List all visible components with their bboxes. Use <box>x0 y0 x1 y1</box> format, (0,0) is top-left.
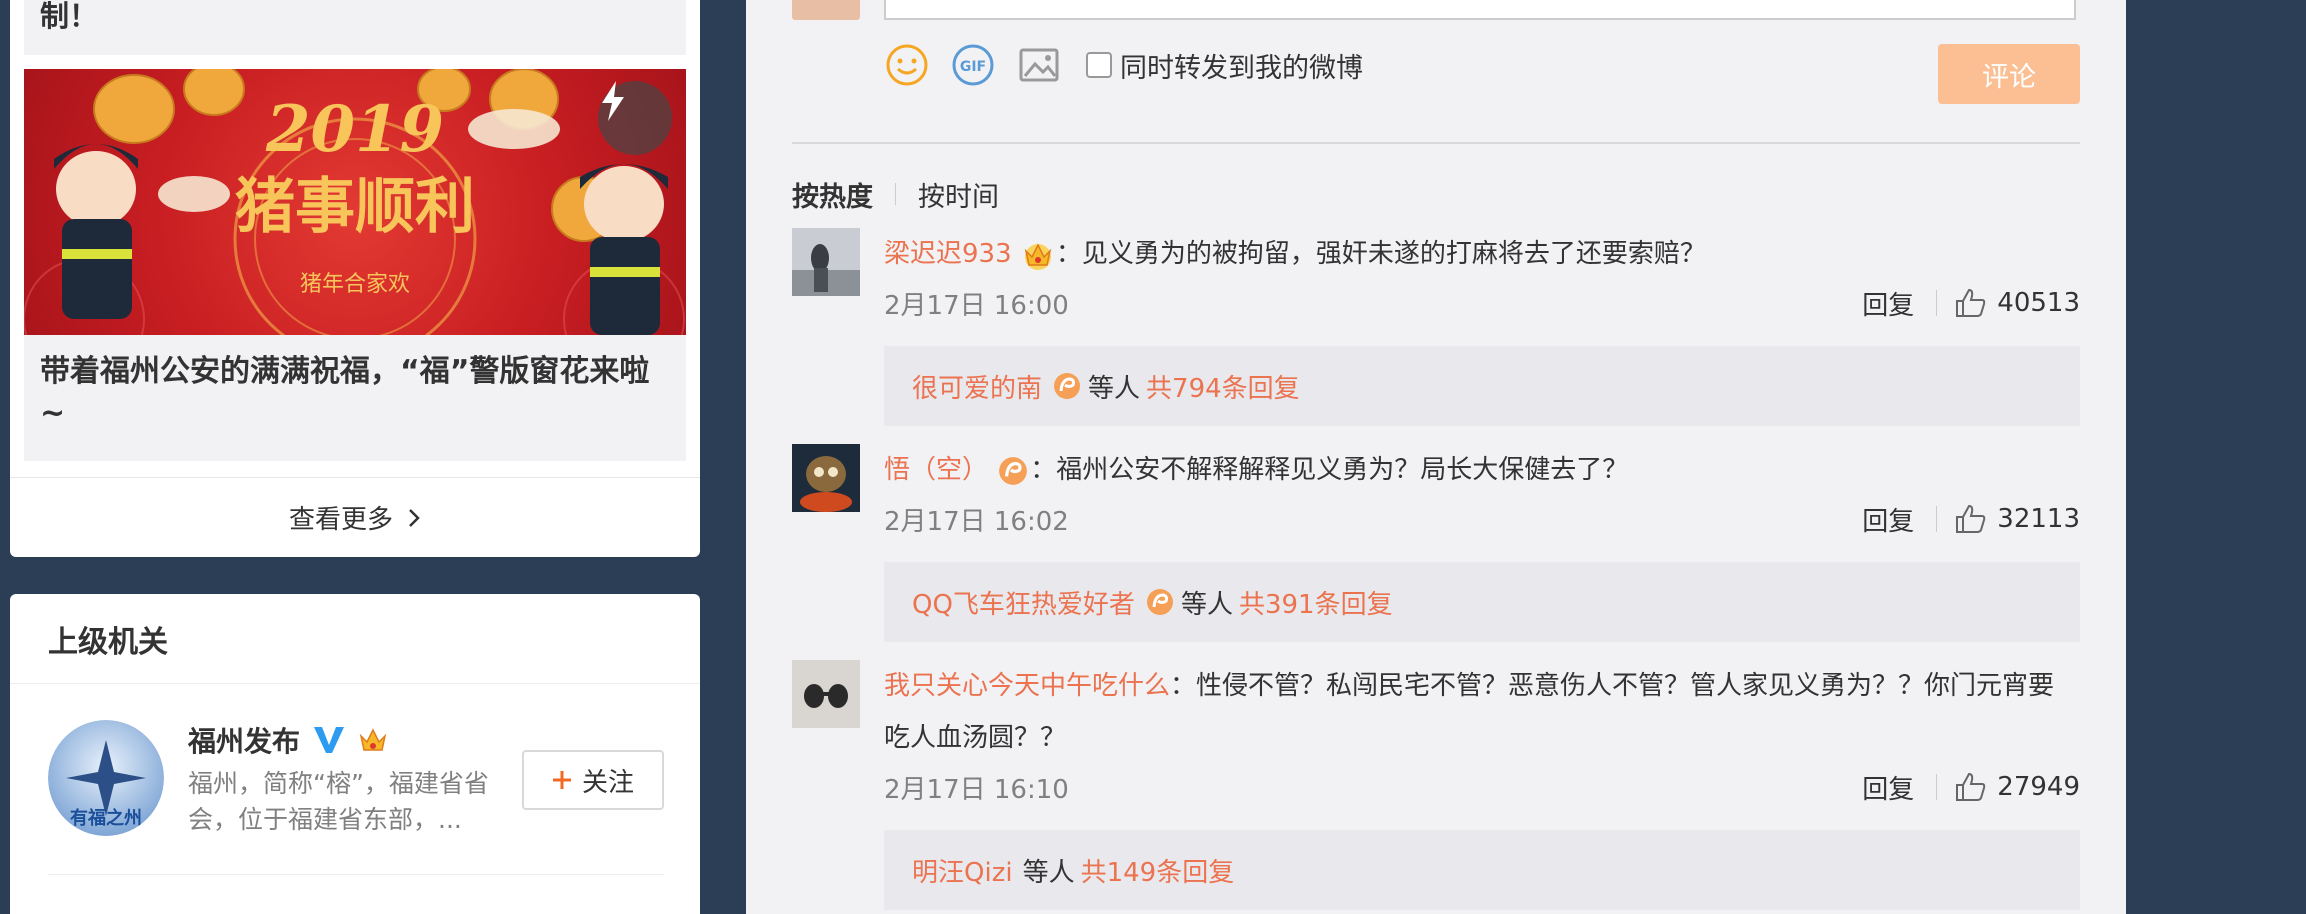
reply-button[interactable]: 回复 <box>1862 285 1936 322</box>
gif-icon[interactable]: GIF <box>950 42 996 88</box>
police-cartoon-left <box>54 144 138 319</box>
lightning-icon[interactable] <box>598 81 672 155</box>
banner-year: 2019 <box>265 92 444 167</box>
banner-caption[interactable]: 带着福州公安的满满祝福，“福”警版窗花来啦~ <box>24 335 686 461</box>
thumbs-up-icon <box>1956 288 1986 317</box>
member-badge-icon <box>1145 587 1175 617</box>
comment-text: ：福州公安不解释解释见义勇为？局长大保健去了？ <box>1030 455 1629 485</box>
comment-item: 我只关心今天中午吃什么：性侵不管？私闯民宅不管？恶意伤人不管？管人家见义勇为？？… <box>792 660 2080 910</box>
tab-sort-hot[interactable]: 按热度 <box>792 175 873 214</box>
sub-reply-username[interactable]: QQ飞车狂热爱好者 <box>912 584 1135 621</box>
composer-toolbar: GIF 同时转发到我的微博 <box>884 42 1363 88</box>
like-button[interactable]: 27949 <box>1955 772 2080 802</box>
sub-reply-username[interactable]: 很可爱的南 <box>912 368 1042 405</box>
avatar[interactable] <box>792 444 860 512</box>
follow-button[interactable]: 关注 <box>522 750 664 810</box>
sub-reply-mid: 等人 <box>1022 857 1075 888</box>
like-count: 40513 <box>1997 288 2080 318</box>
comment-username[interactable]: 梁迟迟933 <box>884 239 1012 269</box>
like-count: 27949 <box>1997 772 2080 802</box>
avatar[interactable]: 有福之州 <box>48 720 164 836</box>
like-button[interactable]: 40513 <box>1955 288 2080 318</box>
crown-icon <box>359 728 387 751</box>
divider <box>1936 506 1938 532</box>
image-icon[interactable] <box>1016 42 1062 88</box>
view-more-label: 查看更多 <box>288 505 393 535</box>
comment-username[interactable]: 我只关心今天中午吃什么 <box>884 671 1170 701</box>
sub-replies[interactable]: 很可爱的南 等人 共794条回复 <box>884 346 2080 426</box>
svg-text:GIF: GIF <box>960 59 986 75</box>
superior-account-row: 有福之州 福州发布 福州，简称“榕”，福建省省会，位于福建省东部，... 关注 <box>10 684 700 838</box>
banner-art: 2019 猪事顺利 猪年合家欢 <box>24 69 685 335</box>
verified-v-icon <box>314 727 345 753</box>
reply-button[interactable]: 回复 <box>1862 501 1936 538</box>
sub-replies[interactable]: 明汪Qizi 等人 共149条回复 <box>884 830 2080 910</box>
police-cartoon-right <box>580 164 668 335</box>
comment-time: 2月17日 16:10 <box>884 774 1069 805</box>
like-button[interactable]: 32113 <box>1955 504 2080 534</box>
member-badge-icon <box>1052 371 1082 401</box>
chevron-right-icon <box>409 508 420 527</box>
divider <box>792 142 2080 144</box>
repost-checkbox[interactable] <box>1086 52 1112 78</box>
banner-slogan: 猪事顺利 <box>235 172 475 242</box>
submit-comment-button[interactable]: 评论 <box>1938 44 2080 104</box>
sub-reply-count[interactable]: 共391条回复 <box>1239 584 1393 621</box>
comment-time: 2月17日 16:02 <box>884 506 1069 537</box>
comments-panel: GIF 同时转发到我的微博 评论 按热度 按时间 梁迟迟933 ：见义勇为的被拘… <box>746 0 2126 914</box>
thumbs-up-icon <box>1956 504 1986 533</box>
previous-item-title[interactable]: 制！ <box>24 0 686 55</box>
divider <box>1936 774 1938 800</box>
avatar[interactable] <box>792 228 860 296</box>
divider <box>48 874 664 875</box>
banner-item[interactable]: 2019 猪事顺利 猪年合家欢 带着福州公安的满满祝福，“福”警版窗花来啦~ <box>24 69 686 461</box>
comment-time: 2月17日 16:00 <box>884 290 1069 321</box>
superior-header: 上级机关 <box>10 594 700 684</box>
banner-image[interactable]: 2019 猪事顺利 猪年合家欢 <box>24 69 686 335</box>
follow-label: 关注 <box>581 767 634 798</box>
member-badge-icon <box>996 455 1030 487</box>
thumbs-up-icon <box>1956 772 1986 801</box>
view-more-link[interactable]: 查看更多 <box>10 477 700 557</box>
divider <box>1936 290 1938 316</box>
left-column: 制！ 2019 猪事顺利 猪年合家欢 带着福州公安的满满祝福，“福”警版窗花来啦… <box>10 0 700 914</box>
sub-replies[interactable]: QQ飞车狂热爱好者 等人 共391条回复 <box>884 562 2080 642</box>
sub-reply-username[interactable]: 明汪Qizi <box>912 852 1013 889</box>
comment-username[interactable]: 悟（空） <box>884 455 988 485</box>
comment-item: 梁迟迟933 ：见义勇为的被拘留，强奸未遂的打麻将去了还要索赔？ 2月17日 1… <box>792 228 2080 426</box>
smiley-icon[interactable] <box>884 42 930 88</box>
divider <box>895 183 896 205</box>
sub-reply-count[interactable]: 共794条回复 <box>1146 368 1300 405</box>
avatar-caption: 有福之州 <box>70 807 142 829</box>
plus-icon <box>552 771 571 789</box>
current-user-avatar <box>792 0 860 20</box>
crown-icon <box>1020 239 1056 271</box>
comment-input[interactable] <box>884 0 2076 20</box>
reply-button[interactable]: 回复 <box>1862 769 1936 806</box>
repost-label: 同时转发到我的微博 <box>1120 52 1363 84</box>
tab-sort-time[interactable]: 按时间 <box>918 175 999 214</box>
account-name[interactable]: 福州发布 <box>188 720 300 760</box>
account-description: 福州，简称“榕”，福建省省会，位于福建省东部，... <box>188 769 489 834</box>
sort-tabs: 按热度 按时间 <box>792 175 999 214</box>
like-count: 32113 <box>1997 504 2080 534</box>
sub-reply-mid: 等人 <box>1180 589 1233 620</box>
superior-agency-card: 上级机关 有福之州 福州发布 福州，简称“榕”，福建省省会，位于福建省东部，..… <box>10 594 700 914</box>
sub-reply-count[interactable]: 共149条回复 <box>1081 852 1235 889</box>
avatar[interactable] <box>792 660 860 728</box>
feature-card: 制！ 2019 猪事顺利 猪年合家欢 带着福州公安的满满祝福，“福”警版窗花来啦… <box>10 0 700 557</box>
comment-item: 悟（空） ：福州公安不解释解释见义勇为？局长大保健去了？ 2月17日 16:02… <box>792 444 2080 642</box>
comment-text: ：见义勇为的被拘留，强奸未遂的打麻将去了还要索赔？ <box>1055 239 1706 269</box>
banner-sub: 猪年合家欢 <box>300 272 410 297</box>
sub-reply-mid: 等人 <box>1088 373 1141 404</box>
